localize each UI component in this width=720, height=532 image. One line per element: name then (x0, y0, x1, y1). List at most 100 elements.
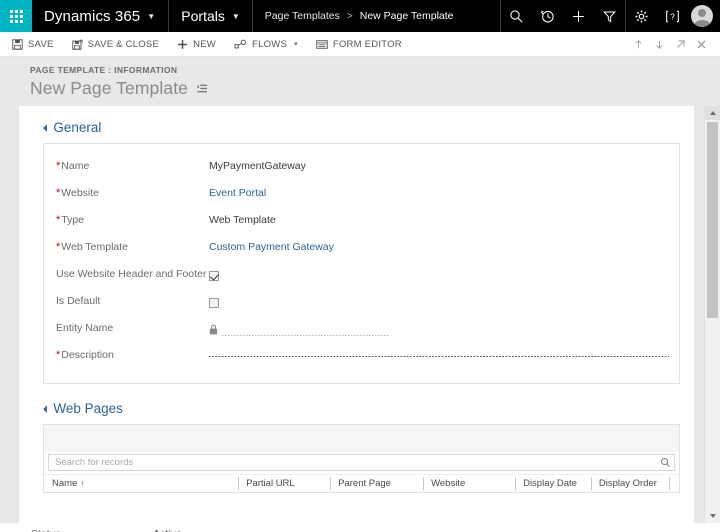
field-row-web-template: *Web Template Custom Payment Gateway (44, 238, 679, 259)
checkbox-use-website-header-footer[interactable] (209, 271, 219, 281)
field-value-use-website-header-footer (209, 265, 669, 285)
brand-label: Dynamics 365 (44, 7, 141, 25)
save-and-close-button[interactable]: SAVE & CLOSE (71, 32, 168, 57)
save-button-label: SAVE (28, 38, 54, 50)
page-header: PAGE TEMPLATE : INFORMATION New Page Tem… (0, 57, 720, 106)
field-label-web-template: *Web Template (56, 238, 209, 254)
field-row-type: *Type Web Template (44, 211, 679, 232)
section-header-web-pages[interactable]: ◣ Web Pages (42, 401, 682, 416)
label-text: Entity Name (56, 322, 114, 334)
form-body: ◣ General *Name MyPaymentGateway *Websit… (0, 106, 720, 523)
subgrid-column-headers: Name ↑ Partial URL Parent Page Website D… (44, 474, 679, 492)
breadcrumb-separator-icon: > (346, 10, 353, 22)
search-icon[interactable] (501, 0, 532, 32)
topbar-actions-left (501, 0, 625, 32)
subgrid-search-box[interactable] (48, 454, 675, 471)
column-label: Partial URL (246, 478, 295, 489)
field-label-description: *Description (56, 346, 209, 362)
app-launcher-button[interactable] (0, 0, 32, 32)
app-selector-portals[interactable]: Portals ▼ (169, 0, 253, 32)
search-input[interactable] (55, 455, 660, 470)
new-button[interactable]: NEW (177, 32, 225, 57)
form-editor-label: FORM EDITOR (332, 38, 402, 50)
section-title-general: General (53, 120, 102, 135)
field-row-use-website-header-footer: Use Website Header and Footer (44, 265, 679, 286)
form-editor-button[interactable]: FORM EDITOR (316, 32, 411, 57)
column-header-partial-url[interactable]: Partial URL (238, 475, 330, 493)
field-row-website: *Website Event Portal (44, 184, 679, 205)
column-header-parent-page[interactable]: Parent Page (330, 475, 423, 493)
form-vertical-scrollbar[interactable] (704, 106, 720, 523)
form-content: ◣ General *Name MyPaymentGateway *Websit… (19, 106, 694, 493)
label-text: Use Website Header and Footer (56, 268, 207, 280)
top-navigation-bar: Dynamics 365 ▼ Portals ▼ Page Templates … (0, 0, 720, 32)
breadcrumb-item-current: New Page Template (359, 10, 454, 22)
status-label: Status (31, 528, 153, 532)
field-label-website: *Website (56, 184, 209, 200)
column-header-display-date[interactable]: Display Date (515, 475, 591, 493)
form-selector-icon[interactable] (196, 84, 208, 94)
field-label-entity-name: Entity Name (56, 319, 209, 335)
breadcrumb: Page Templates > New Page Template (253, 0, 466, 32)
user-avatar[interactable] (691, 5, 713, 27)
command-bar-right-actions (628, 32, 720, 57)
checkbox-is-default[interactable] (209, 298, 219, 308)
required-indicator: * (56, 241, 61, 253)
description-empty-line (209, 356, 669, 357)
app-selector-label: Portals (181, 8, 225, 24)
status-field-row: Status Active (0, 523, 720, 532)
column-label: Display Date (523, 478, 577, 489)
waffle-icon (9, 9, 23, 23)
sort-ascending-icon: ↑ (80, 479, 85, 488)
scroll-down-button[interactable] (705, 509, 720, 523)
label-text: Name (61, 160, 90, 172)
page-eyebrow: PAGE TEMPLATE : INFORMATION (30, 65, 178, 75)
new-button-label: NEW (193, 38, 217, 50)
field-value-website[interactable]: Event Portal (209, 184, 669, 200)
svg-text:?: ? (670, 11, 675, 21)
field-value-is-default (209, 292, 669, 312)
column-label: Name (52, 478, 78, 489)
brand-dynamics-365[interactable]: Dynamics 365 ▼ (32, 0, 170, 32)
field-value-type[interactable]: Web Template (209, 211, 669, 227)
general-fields-container: *Name MyPaymentGateway *Website Event Po… (43, 143, 680, 384)
column-header-display-order[interactable]: Display Order (590, 475, 670, 493)
field-row-entity-name: Entity Name (44, 319, 679, 340)
required-indicator: * (56, 214, 61, 226)
plus-icon (177, 39, 188, 50)
help-icon[interactable]: ? (657, 0, 688, 32)
flows-button[interactable]: FLOWS ▾ (234, 32, 307, 57)
section-header-general[interactable]: ◣ General (42, 120, 682, 135)
field-value-name[interactable]: MyPaymentGateway (209, 157, 669, 173)
command-bar: SAVE SAVE & CLOSE NEW FLOWS ▾ FORM EDITO… (0, 32, 720, 57)
down-arrow-icon[interactable] (649, 32, 670, 57)
required-indicator: * (56, 160, 61, 172)
chevron-down-icon: ▾ (294, 41, 298, 48)
triangle-up-icon (709, 111, 716, 115)
gear-icon[interactable] (626, 0, 657, 32)
save-and-close-label: SAVE & CLOSE (87, 38, 160, 50)
quick-create-icon[interactable] (563, 0, 594, 32)
page-title: New Page Template (30, 78, 188, 98)
field-value-web-template[interactable]: Custom Payment Gateway (209, 238, 669, 254)
section-title-web-pages: Web Pages (53, 401, 123, 416)
column-header-website[interactable]: Website (423, 475, 515, 493)
field-value-description[interactable] (209, 346, 669, 357)
chevron-down-icon: ▼ (231, 12, 240, 21)
up-arrow-icon[interactable] (628, 32, 649, 57)
recent-icon[interactable] (532, 0, 563, 32)
scrollbar-thumb[interactable] (707, 122, 718, 318)
breadcrumb-item-page-templates[interactable]: Page Templates (265, 10, 340, 22)
column-header-end-divider (669, 475, 679, 493)
status-value[interactable]: Active (153, 528, 182, 532)
save-button[interactable]: SAVE (12, 32, 63, 57)
entity-name-empty-line (222, 334, 390, 336)
field-label-name: *Name (56, 157, 209, 173)
popout-icon[interactable] (670, 32, 691, 57)
close-icon[interactable] (691, 32, 712, 57)
filter-icon[interactable] (594, 0, 625, 32)
scroll-up-button[interactable] (705, 106, 720, 120)
column-header-name[interactable]: Name ↑ (44, 475, 238, 493)
search-icon[interactable] (660, 457, 671, 468)
